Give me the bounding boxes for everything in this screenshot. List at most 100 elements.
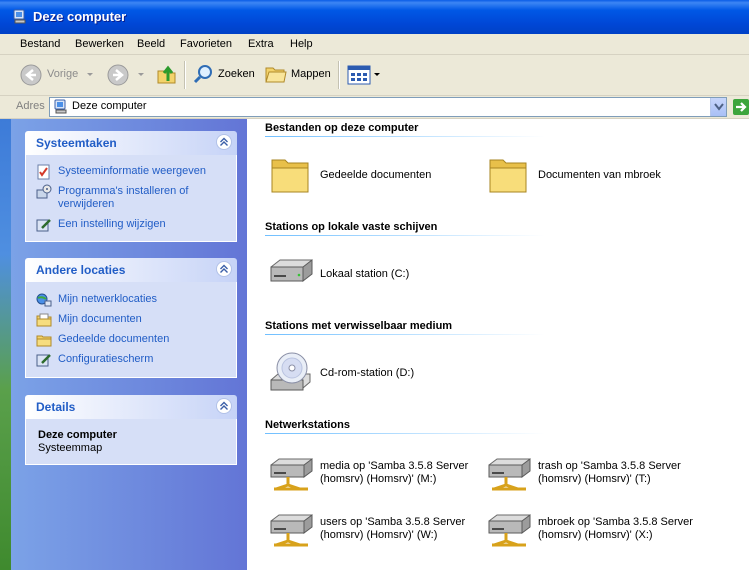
my-documents-icon bbox=[36, 313, 52, 327]
menu-bar: Bestand Bewerken Beeld Favorieten Extra … bbox=[0, 34, 749, 55]
group-divider bbox=[265, 433, 545, 434]
address-value: Deze computer bbox=[72, 100, 147, 112]
window-title: Deze computer bbox=[33, 9, 127, 24]
hard-drive-icon bbox=[270, 258, 313, 283]
go-arrow-icon[interactable] bbox=[733, 99, 749, 115]
search-icon[interactable] bbox=[192, 63, 214, 85]
control-panel-icon bbox=[36, 354, 51, 367]
details-name: Deze computer bbox=[38, 429, 117, 441]
chevron-down-icon bbox=[714, 103, 724, 111]
item-label-line2: (homsrv) (Homsrv)' (X:) bbox=[538, 529, 653, 541]
my-computer-icon bbox=[54, 99, 67, 114]
menu-bestand[interactable]: Bestand bbox=[20, 36, 60, 52]
task-label[interactable]: Configuratiescherm bbox=[58, 353, 223, 366]
menu-bewerken[interactable]: Bewerken bbox=[75, 36, 124, 52]
task-label[interactable]: Mijn documenten bbox=[58, 313, 223, 326]
details-type: Systeemmap bbox=[38, 442, 103, 454]
views-icon[interactable] bbox=[347, 64, 371, 86]
item-label-line1: mbroek op 'Samba 3.5.8 Server bbox=[538, 516, 693, 528]
task-label[interactable]: Gedeelde documenten bbox=[58, 333, 223, 346]
task-label[interactable]: Systeeminformatie weergeven bbox=[58, 165, 223, 178]
group-divider bbox=[265, 334, 545, 335]
item-label-line1: media op 'Samba 3.5.8 Server bbox=[320, 460, 469, 472]
group-header: Stations op lokale vaste schijven bbox=[265, 221, 438, 233]
group-header: Bestanden op deze computer bbox=[265, 122, 419, 134]
other-places-title: Andere locaties bbox=[36, 263, 126, 277]
item-label-line2: (homsrv) (Homsrv)' (M:) bbox=[320, 473, 437, 485]
network-drive-icon bbox=[270, 514, 313, 547]
network-drive-item[interactable]: media op 'Samba 3.5.8 Server (homsrv) (H… bbox=[268, 453, 478, 501]
system-info-icon bbox=[37, 164, 50, 180]
address-dropdown-button[interactable] bbox=[710, 98, 726, 116]
folders-icon[interactable] bbox=[264, 63, 288, 85]
network-drive-icon bbox=[488, 458, 531, 491]
network-drive-item[interactable]: trash op 'Samba 3.5.8 Server (homsrv) (H… bbox=[486, 453, 706, 501]
group-header: Stations met verwisselbaar medium bbox=[265, 320, 453, 332]
toolbar-separator bbox=[338, 61, 340, 89]
item-label: Documenten van mbroek bbox=[538, 169, 661, 181]
content-pane: Bestanden op deze computer Gedeelde docu… bbox=[247, 119, 749, 570]
menu-favorieten[interactable]: Favorieten bbox=[180, 36, 232, 52]
task-label[interactable]: Mijn netwerklocaties bbox=[58, 293, 223, 306]
toolbar-separator bbox=[184, 61, 186, 89]
back-button-label[interactable]: Vorige bbox=[47, 68, 78, 80]
item-label-line1: users op 'Samba 3.5.8 Server bbox=[320, 516, 466, 528]
other-places-header[interactable]: Andere locaties bbox=[25, 258, 237, 282]
network-drive-icon bbox=[270, 458, 313, 491]
group-header: Netwerkstations bbox=[265, 419, 350, 431]
drive-item[interactable]: Cd-rom-station (D:) bbox=[268, 350, 468, 398]
folders-button-label[interactable]: Mappen bbox=[291, 68, 331, 80]
system-tasks-body: Systeeminformatie weergeven Programma's … bbox=[25, 155, 237, 242]
system-tasks-title: Systeemtaken bbox=[36, 136, 117, 150]
back-dropdown-icon[interactable] bbox=[87, 73, 93, 76]
network-drive-icon bbox=[488, 514, 531, 547]
task-label[interactable]: Een instelling wijzigen bbox=[58, 218, 223, 231]
views-dropdown-icon[interactable] bbox=[374, 73, 380, 76]
network-places-icon bbox=[36, 293, 52, 307]
forward-dropdown-icon[interactable] bbox=[138, 73, 144, 76]
address-input[interactable]: Deze computer bbox=[49, 97, 727, 117]
collapse-icon[interactable] bbox=[216, 398, 232, 414]
address-label: Adres bbox=[16, 100, 45, 112]
desktop-background bbox=[0, 119, 11, 570]
item-label-line1: trash op 'Samba 3.5.8 Server bbox=[538, 460, 681, 472]
menu-extra[interactable]: Extra bbox=[248, 36, 274, 52]
task-label[interactable]: Programma's installeren of verwijderen bbox=[58, 185, 223, 211]
network-drive-item[interactable]: users op 'Samba 3.5.8 Server (homsrv) (H… bbox=[268, 509, 478, 557]
back-arrow-icon[interactable] bbox=[20, 64, 42, 86]
network-drive-item[interactable]: mbroek op 'Samba 3.5.8 Server (homsrv) (… bbox=[486, 509, 706, 557]
forward-arrow-icon[interactable] bbox=[107, 64, 129, 86]
details-header[interactable]: Details bbox=[25, 395, 237, 419]
group-divider bbox=[265, 136, 545, 137]
item-label-line2: (homsrv) (Homsrv)' (W:) bbox=[320, 529, 438, 541]
item-label: Gedeelde documenten bbox=[320, 169, 432, 181]
folder-item[interactable]: Documenten van mbroek bbox=[486, 152, 706, 200]
system-tasks-header[interactable]: Systeemtaken bbox=[25, 131, 237, 155]
search-button-label[interactable]: Zoeken bbox=[218, 68, 255, 80]
other-places-body: Mijn netwerklocaties Mijn documenten Ged… bbox=[25, 282, 237, 378]
address-bar: Adres Deze computer bbox=[0, 96, 749, 119]
folder-icon bbox=[271, 159, 309, 193]
toolbar: Vorige Zoeken Mappen bbox=[0, 55, 749, 96]
up-folder-icon[interactable] bbox=[155, 63, 179, 87]
cd-drive-icon bbox=[270, 352, 311, 391]
folder-item[interactable]: Gedeelde documenten bbox=[268, 152, 468, 200]
folder-icon bbox=[36, 335, 52, 347]
my-computer-icon bbox=[13, 9, 26, 24]
task-pane: Systeemtaken Systeeminformatie weergeven… bbox=[11, 119, 247, 570]
drive-item[interactable]: Lokaal station (C:) bbox=[268, 251, 468, 299]
details-body: Deze computer Systeemmap bbox=[25, 419, 237, 465]
item-label: Lokaal station (C:) bbox=[320, 268, 410, 280]
title-bar[interactable]: Deze computer bbox=[0, 0, 749, 34]
details-title: Details bbox=[36, 400, 76, 414]
item-label: Cd-rom-station (D:) bbox=[320, 367, 415, 379]
settings-icon bbox=[36, 219, 51, 232]
add-remove-programs-icon bbox=[36, 184, 52, 199]
folder-icon bbox=[489, 159, 527, 193]
collapse-icon[interactable] bbox=[216, 134, 232, 150]
menu-beeld[interactable]: Beeld bbox=[137, 36, 165, 52]
item-label-line2: (homsrv) (Homsrv)' (T:) bbox=[538, 473, 651, 485]
menu-help[interactable]: Help bbox=[290, 36, 313, 52]
group-divider bbox=[265, 235, 545, 236]
collapse-icon[interactable] bbox=[216, 261, 232, 277]
